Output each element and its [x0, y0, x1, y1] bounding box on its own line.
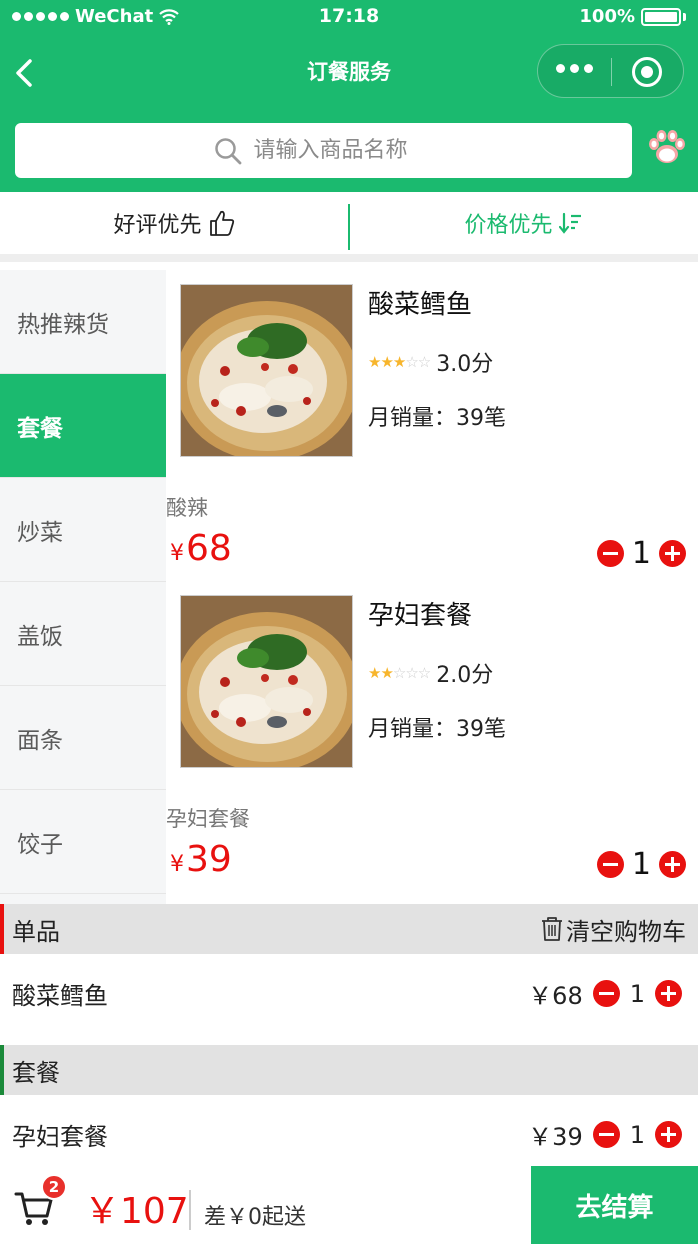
search-input[interactable]: [253, 138, 434, 163]
mini-program-capsule: [537, 44, 684, 98]
minus-icon[interactable]: [592, 1121, 620, 1148]
checkout-bar: 2 ￥107 差￥0起送 去结算: [0, 1166, 698, 1244]
product-name: 孕妇套餐: [368, 601, 473, 631]
product-sales: 月销量：39笔: [368, 717, 506, 742]
product-list: 酸菜鳕鱼 ★★★ ☆☆ 3.0分 月销量：39笔 酸辣 ¥ 68 1 孕妇套餐 …: [166, 270, 698, 904]
rating-stars: ★★★ ☆☆: [368, 353, 431, 371]
product-card: 酸菜鳕鱼 ★★★ ☆☆ 3.0分 月销量：39笔 酸辣 ¥ 68 1: [166, 270, 698, 581]
quantity-stepper: 1: [596, 847, 686, 882]
search-icon: [214, 137, 241, 164]
minus-icon[interactable]: [596, 851, 624, 878]
cart-item-name: 酸菜鳕鱼: [12, 982, 108, 1010]
product-image[interactable]: [180, 284, 353, 457]
product-price: ¥ 68: [170, 528, 232, 569]
min-order-note: 差￥0起送: [204, 1205, 306, 1230]
battery-percent: 100%: [579, 6, 635, 27]
cart-item-price: ￥68: [528, 982, 583, 1010]
cart-item-row: 酸菜鳕鱼 ￥68 1: [0, 954, 698, 1045]
category-combo[interactable]: 套餐: [0, 374, 166, 478]
quantity-stepper: 1: [596, 536, 686, 571]
product-price: ¥ 39: [170, 839, 232, 880]
category-rice-bowl[interactable]: 盖饭: [0, 582, 166, 686]
category-dumplings[interactable]: 饺子: [0, 790, 166, 894]
cart-group-header: 套餐: [0, 1045, 698, 1095]
paw-icon[interactable]: [645, 125, 689, 169]
rating-score: 3.0分: [436, 352, 494, 377]
cart-item-qty: 1: [629, 1120, 645, 1149]
sort-by-price[interactable]: 价格优先: [349, 192, 698, 254]
category-sidebar: 热推辣货 套餐 炒菜 盖饭 面条 饺子: [0, 270, 166, 904]
category-hot-spicy[interactable]: 热推辣货: [0, 270, 166, 374]
rating-stars: ★★ ☆☆☆: [368, 664, 431, 682]
product-image[interactable]: [180, 595, 353, 768]
product-rating: ★★ ☆☆☆ 2.0分: [368, 657, 493, 689]
header: WeChat 17:18 100% 订餐服务: [0, 0, 698, 192]
sort-descending-icon: [558, 212, 581, 234]
category-noodles[interactable]: 面条: [0, 686, 166, 790]
sort-by-rating[interactable]: 好评优先: [0, 192, 349, 254]
cart-item-name: 孕妇套餐: [12, 1123, 108, 1151]
plus-icon[interactable]: [659, 851, 686, 878]
cart-total: ￥107: [84, 1191, 189, 1232]
product-card: 孕妇套餐 ★★ ☆☆☆ 2.0分 月销量：39笔 孕妇套餐 ¥ 39 1: [166, 581, 698, 892]
cart-group-title: 单品: [12, 917, 60, 946]
plus-icon[interactable]: [659, 540, 686, 567]
plus-icon[interactable]: [655, 980, 682, 1007]
cart-item-qty: 1: [629, 979, 645, 1008]
status-bar: WeChat 17:18 100%: [0, 0, 698, 34]
product-name: 酸菜鳕鱼: [368, 290, 473, 320]
category-stir-fry[interactable]: 炒菜: [0, 478, 166, 582]
cart-group-header: 单品 清空购物车: [0, 904, 698, 954]
cart-panel: 单品 清空购物车 酸菜鳕鱼 ￥68 1 套餐 孕妇套餐 ￥39 1: [0, 904, 698, 1166]
minus-icon[interactable]: [596, 540, 624, 567]
close-target-icon[interactable]: [632, 57, 662, 87]
clear-cart-button[interactable]: 清空购物车: [540, 912, 686, 947]
search-box[interactable]: [15, 123, 632, 178]
sort-bar: 好评优先 价格优先: [0, 192, 698, 262]
plus-icon[interactable]: [655, 1121, 682, 1148]
quantity-value: 1: [631, 536, 651, 571]
sort-divider: [348, 204, 350, 250]
cart-count-badge: 2: [41, 1174, 67, 1200]
product-description: 孕妇套餐: [166, 807, 250, 831]
checkout-button[interactable]: 去结算: [531, 1166, 698, 1244]
more-icon[interactable]: [556, 64, 593, 73]
product-rating: ★★★ ☆☆ 3.0分: [368, 346, 493, 378]
battery-icon: [641, 7, 681, 26]
minus-icon[interactable]: [592, 980, 620, 1007]
quantity-value: 1: [631, 847, 651, 882]
rating-score: 2.0分: [436, 663, 494, 688]
cart-item-price: ￥39: [528, 1123, 583, 1151]
cart-group-title: 套餐: [12, 1058, 60, 1087]
product-sales: 月销量：39笔: [368, 406, 506, 431]
thumbs-up-icon: [209, 210, 234, 236]
trash-icon: [542, 917, 562, 941]
product-description: 酸辣: [166, 496, 208, 520]
